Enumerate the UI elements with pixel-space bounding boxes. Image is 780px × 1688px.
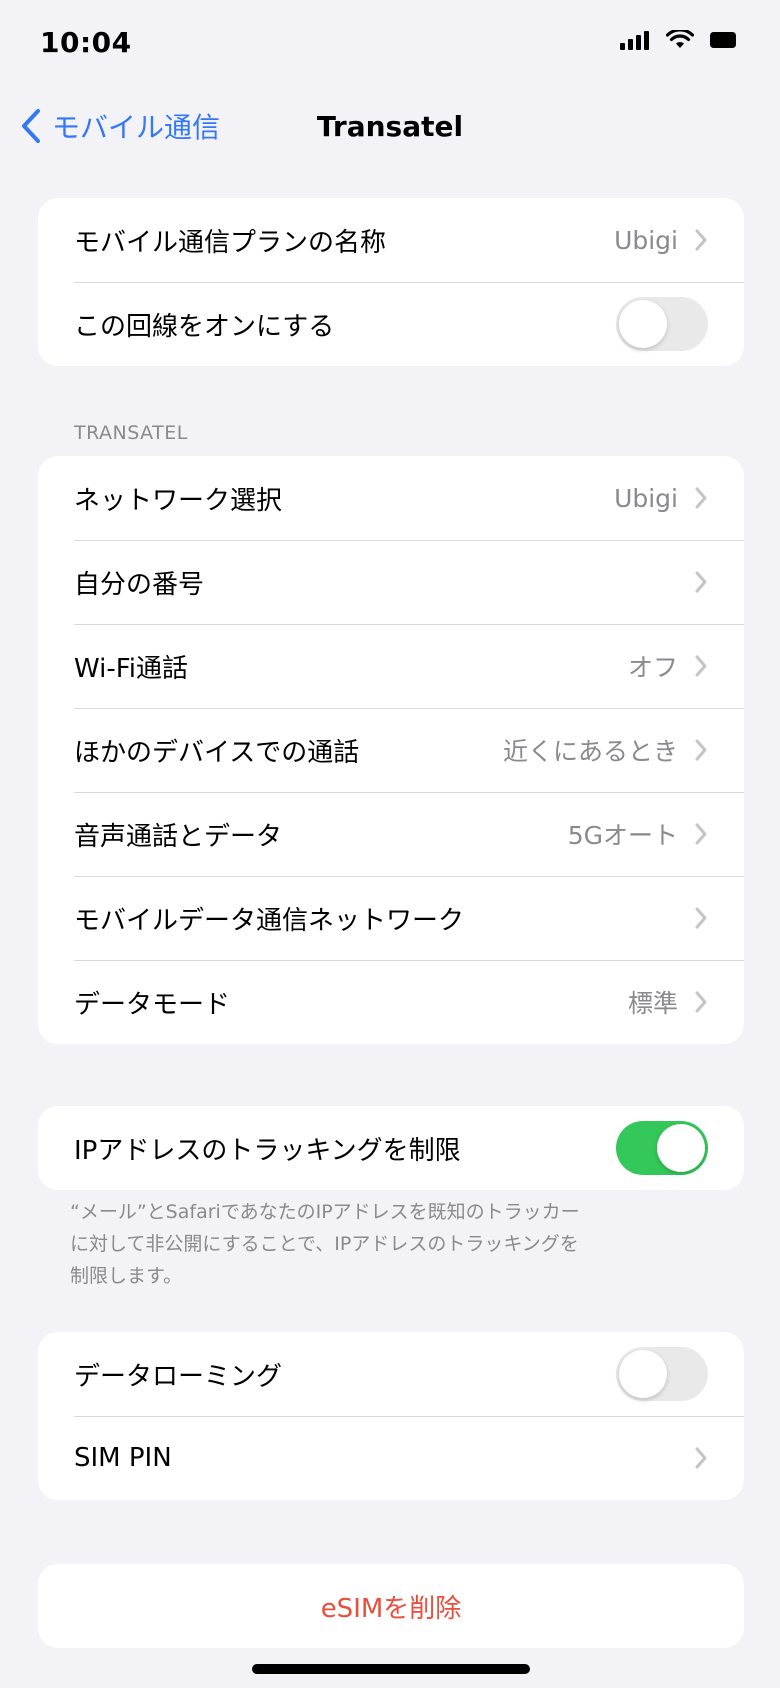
data-roaming-toggle[interactable] [616, 1347, 708, 1401]
home-indicator [252, 1664, 530, 1674]
chevron-right-icon [694, 654, 708, 678]
data-roaming-row: データローミング [38, 1332, 744, 1416]
network-selection-row[interactable]: ネットワーク選択 Ubigi [38, 456, 744, 540]
chevron-right-icon [694, 1446, 708, 1470]
plan-name-value: Ubigi [614, 225, 678, 255]
chevron-right-icon [694, 486, 708, 510]
delete-esim-label: eSIMを削除 [320, 1593, 462, 1624]
delete-esim-button[interactable]: eSIMを削除 [38, 1564, 744, 1648]
line-on-row: この回線をオンにする [38, 282, 744, 366]
wifi-calling-row[interactable]: Wi-Fi通話 オフ [38, 624, 744, 708]
other-devices-calls-label: ほかのデバイスでの通話 [74, 737, 360, 768]
toggle-knob [657, 1124, 705, 1172]
chevron-right-icon [694, 906, 708, 930]
data-roaming-label: データローミング [74, 1361, 283, 1392]
voice-data-label: 音声通話とデータ [74, 821, 283, 852]
limit-ip-tracking-toggle[interactable] [616, 1121, 708, 1175]
toggle-knob [619, 300, 667, 348]
chevron-right-icon [694, 570, 708, 594]
data-mode-row[interactable]: データモード 標準 [38, 960, 744, 1044]
chevron-right-icon [694, 228, 708, 252]
footnote-line: に対して非公開にすることで、IPアドレスのトラッキングを [70, 1233, 579, 1255]
carrier-settings-group: ネットワーク選択 Ubigi 自分の番号 Wi-Fi通話 オフ ほかのデバイスで… [38, 456, 744, 1044]
chevron-right-icon [694, 822, 708, 846]
ip-tracking-group: IPアドレスのトラッキングを制限 [38, 1106, 744, 1190]
voice-data-row[interactable]: 音声通話とデータ 5Gオート [38, 792, 744, 876]
chevron-right-icon [694, 738, 708, 762]
plan-name-row[interactable]: モバイル通信プランの名称 Ubigi [38, 198, 744, 282]
page-title: Transatel [316, 110, 464, 143]
toggle-knob [619, 1350, 667, 1398]
cellular-data-network-label: モバイルデータ通信ネットワーク [74, 905, 465, 936]
wifi-icon [666, 30, 694, 48]
plan-group: モバイル通信プランの名称 Ubigi この回線をオンにする [38, 198, 744, 366]
battery-icon [710, 32, 736, 48]
plan-name-label: モバイル通信プランの名称 [74, 227, 387, 258]
line-on-label: この回線をオンにする [74, 311, 335, 342]
network-selection-value: Ubigi [614, 483, 678, 513]
wifi-calling-value: オフ [627, 653, 678, 682]
other-devices-calls-value: 近くにあるとき [502, 737, 678, 766]
status-time: 10:04 [40, 26, 132, 59]
network-selection-label: ネットワーク選択 [74, 485, 283, 516]
limit-ip-tracking-label: IPアドレスのトラッキングを制限 [74, 1135, 461, 1166]
cellular-data-network-row[interactable]: モバイルデータ通信ネットワーク [38, 876, 744, 960]
data-mode-value: 標準 [627, 989, 678, 1018]
chevron-right-icon [694, 990, 708, 1014]
sim-pin-row[interactable]: SIM PIN [38, 1416, 744, 1500]
footnote-line: 制限します。 [70, 1265, 183, 1287]
line-on-toggle[interactable] [616, 297, 708, 351]
my-number-label: 自分の番号 [74, 569, 205, 600]
voice-data-value: 5Gオート [567, 821, 678, 850]
navigation-bar: モバイル通信 Transatel [0, 96, 780, 156]
roaming-group: データローミング SIM PIN [38, 1332, 744, 1500]
other-devices-calls-row[interactable]: ほかのデバイスでの通話 近くにあるとき [38, 708, 744, 792]
limit-ip-tracking-row: IPアドレスのトラッキングを制限 [38, 1106, 744, 1190]
sim-pin-label: SIM PIN [74, 1443, 172, 1473]
status-bar: 10:04 [0, 0, 780, 84]
section-header: TRANSATEL [74, 422, 188, 444]
delete-esim-group: eSIMを削除 [38, 1564, 744, 1648]
my-number-row[interactable]: 自分の番号 [38, 540, 744, 624]
status-icons [620, 30, 738, 50]
footnote-line: “メール”とSafariであなたのIPアドレスを既知のトラッカー [70, 1201, 580, 1223]
wifi-calling-label: Wi-Fi通話 [74, 653, 189, 684]
data-mode-label: データモード [74, 989, 231, 1020]
ip-tracking-footnote: “メール”とSafariであなたのIPアドレスを既知のトラッカー に対して非公開… [70, 1196, 690, 1292]
signal-icon [620, 31, 649, 50]
